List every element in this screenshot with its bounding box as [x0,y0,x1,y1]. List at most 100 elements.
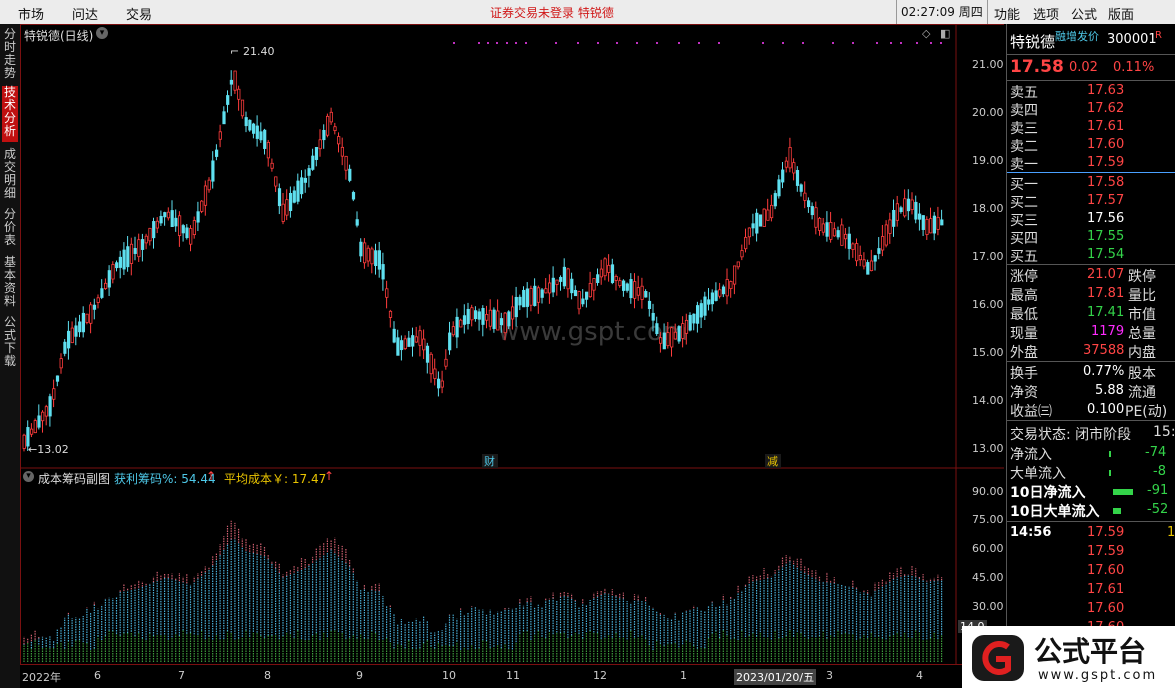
bid1-label: 买一 [1010,177,1038,193]
menu-market[interactable]: 市场 [18,4,44,23]
candle-body [488,309,493,327]
chevron-down-icon[interactable]: ▾ [23,471,34,482]
stat2-label: 换手 [1010,366,1038,382]
candle-body [118,256,122,268]
tab-formula-download[interactable]: 公式下载 [2,316,18,372]
candle-body [52,388,56,400]
candle-body [133,248,137,254]
window-toggle-icon[interactable]: ◧ [940,27,950,40]
candle-body [640,285,644,300]
quote-panel: 特锐德 融增发价 300001 R 17.58 0.02 0.11% 卖五 17… [1006,24,1175,666]
candle-body [536,287,541,303]
candle-body [614,276,618,281]
flow-value: -8 [1153,464,1166,479]
candle-body [477,311,481,320]
candle-body [762,208,766,227]
diamond-icon[interactable]: ◇ [922,27,930,40]
menu-options[interactable]: 选项 [1033,4,1059,23]
stock-code: 300001 [1107,32,1157,47]
candle-body [929,218,933,234]
ask5-price[interactable]: 17.63 [1087,83,1124,98]
ask1-price[interactable]: 17.59 [1087,155,1124,170]
candle-body [377,250,382,270]
candle-body [921,215,925,230]
menu-layout[interactable]: 版面 [1108,4,1134,23]
candle-body [370,248,374,265]
flow-value: -74 [1145,445,1167,460]
kline-svg[interactable]: www.gspt.com ⌐ 21.40 ←13.02 财 减 [20,24,1004,666]
candle-body [407,337,411,347]
candle-body [562,266,567,287]
candle-body [585,291,589,300]
candle-body [858,254,863,261]
y-tick: 18.00 [972,202,1004,215]
candle-body [129,243,134,264]
logo-text: 公式平台 [1034,635,1147,668]
stat2-label: 收益㈢ [1010,404,1052,420]
event-dot [698,42,700,44]
candle-body [570,278,574,294]
event-dot [900,42,902,44]
arrow-up-icon: ↑ [324,469,335,483]
bid5-price[interactable]: 17.54 [1087,247,1124,262]
login-notice[interactable]: 证券交易未登录 特锐德 [490,4,614,21]
flow-label: 大单流入 [1010,466,1066,482]
candle-body [573,290,578,297]
candle-body [503,312,507,334]
menu-function[interactable]: 功能 [994,4,1020,23]
candle-body [92,304,97,310]
tab-deals[interactable]: 成交明细 [2,148,18,204]
tab-timeshare[interactable]: 分时走势 [2,28,18,84]
x-tick: 11 [506,669,520,682]
candle-body [292,190,296,203]
candle-body [629,279,633,299]
chart-area[interactable]: www.gspt.com ⌐ 21.40 ←13.02 财 减 特锐德(日线) … [20,24,1004,666]
chevron-down-icon[interactable]: ▾ [96,27,108,39]
candle-body [115,262,119,269]
flow-bar [1113,508,1121,514]
candle-body [359,241,363,257]
candle-body [825,222,829,237]
tab-technical[interactable]: 技术分析 [2,86,18,142]
sub-y-tick: 90.00 [972,485,1004,498]
candle-body [577,291,581,310]
candle-body [747,227,752,238]
candle-body [218,131,222,140]
candle-body [873,255,877,262]
ask3-price[interactable]: 17.61 [1087,119,1124,134]
candle-body [374,250,378,267]
candle-body [651,312,655,321]
candle-body [248,119,252,131]
candle-body [329,111,333,123]
marker-cai: 财 [484,454,495,468]
candle-body [144,235,148,244]
sub-y-tick: 30.00 [972,600,1004,613]
candle-body [777,179,781,197]
candle-body [459,319,463,328]
candle-body [744,236,748,250]
candle-body [688,314,692,331]
menu-formula[interactable]: 公式 [1071,4,1097,23]
stat-right-label: 总量 [1128,326,1156,342]
ask2-price[interactable]: 17.60 [1087,137,1124,152]
candle-body [89,304,93,324]
candle-body [840,224,844,246]
event-dot [916,42,918,44]
event-dot [525,42,527,44]
candle-body [518,296,522,306]
x-tick: 3 [826,669,833,682]
sub-y-tick: 75.00 [972,513,1004,526]
candle-body [255,125,259,139]
bid1-price[interactable]: 17.58 [1087,175,1124,190]
bid4-price[interactable]: 17.55 [1087,229,1124,244]
candle-body [63,341,67,354]
flow-value: -52 [1147,502,1169,517]
bid3-price[interactable]: 17.56 [1087,211,1124,226]
menu-trade[interactable]: 交易 [126,4,152,23]
bid2-price[interactable]: 17.57 [1087,193,1124,208]
tab-price-table[interactable]: 分价表 [2,208,18,250]
tab-profile[interactable]: 基本资料 [2,256,18,312]
menu-wenda[interactable]: 问达 [72,4,98,23]
candle-body [104,282,108,289]
ask4-price[interactable]: 17.62 [1087,101,1124,116]
